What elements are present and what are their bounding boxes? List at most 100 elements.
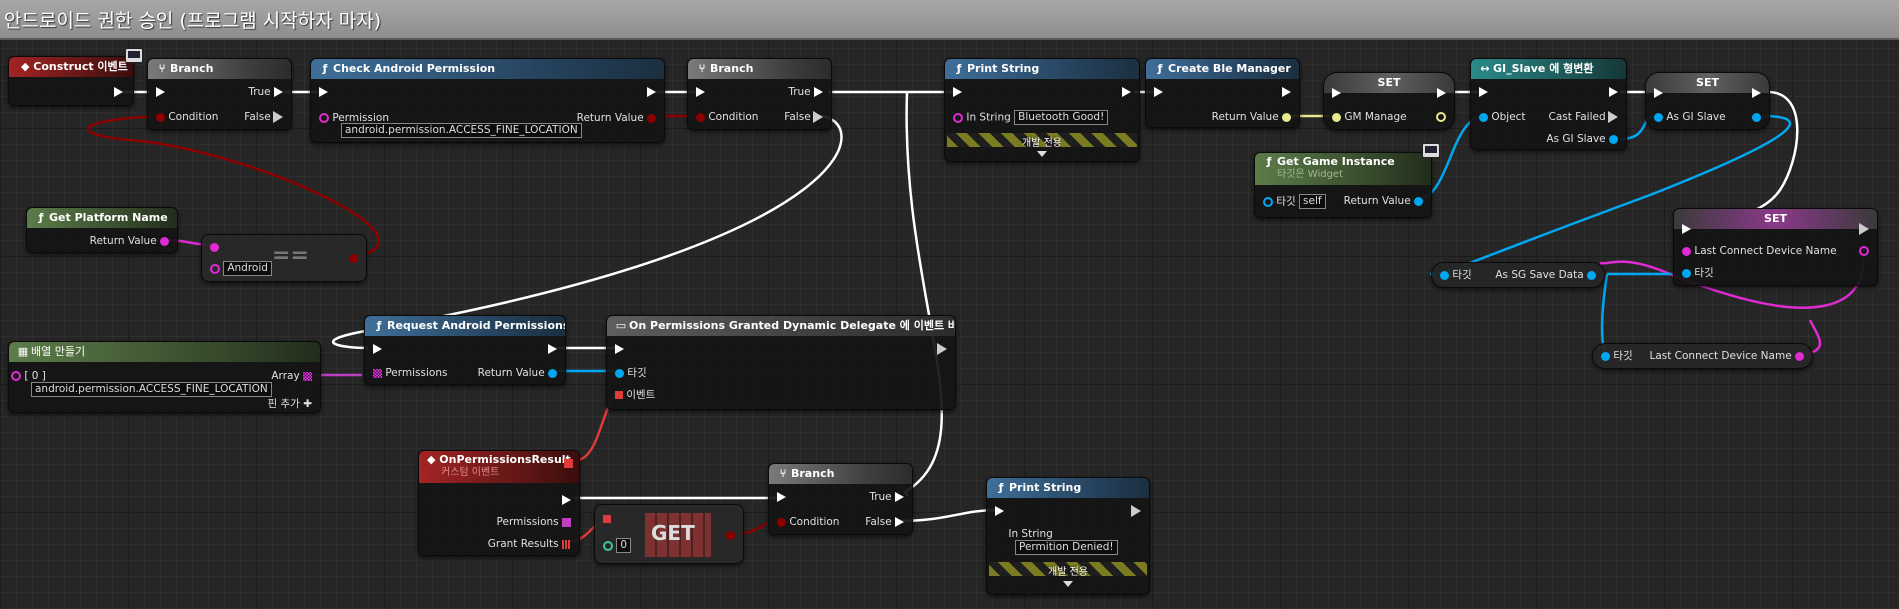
exec-in-pin[interactable] xyxy=(696,87,705,97)
target-pin[interactable] xyxy=(1440,270,1449,280)
gm-manage-out-pin[interactable] xyxy=(1436,112,1446,122)
exec-out-pin[interactable] xyxy=(1282,87,1291,97)
in-string-input[interactable]: Bluetooth Good! xyxy=(1014,110,1109,125)
exec-in-pin[interactable] xyxy=(777,492,786,502)
exec-out-pin[interactable] xyxy=(1122,87,1131,97)
array-get-node[interactable]: GET 0 xyxy=(594,504,744,564)
grant-results-pin[interactable] xyxy=(562,539,571,549)
exec-out-pin[interactable] xyxy=(562,495,571,505)
target-pin[interactable] xyxy=(1601,351,1610,361)
target-input[interactable]: self xyxy=(1299,194,1326,209)
device-name-pin[interactable] xyxy=(1795,351,1804,361)
permission-input[interactable]: android.permission.ACCESS_FINE_LOCATION xyxy=(341,123,582,138)
true-exec-pin[interactable] xyxy=(895,492,904,502)
exec-in-pin[interactable] xyxy=(319,87,328,97)
array-in-pin[interactable] xyxy=(603,515,611,523)
target-pin[interactable] xyxy=(615,368,624,378)
exec-in-pin[interactable] xyxy=(1682,224,1691,234)
index-input[interactable]: 0 xyxy=(616,538,632,553)
false-exec-pin[interactable] xyxy=(895,517,904,527)
set-gm-manage-node[interactable]: SET GM Manage xyxy=(1323,72,1455,130)
index-pin[interactable] xyxy=(603,540,613,551)
result-pin[interactable] xyxy=(349,253,358,263)
exec-out-pin[interactable] xyxy=(1131,505,1141,517)
print-string-node-2[interactable]: ƒ Print String In String Permition Denied… xyxy=(986,477,1150,595)
exec-out-pin[interactable] xyxy=(1859,223,1869,235)
as-gi-slave-out-pin[interactable] xyxy=(1752,112,1761,122)
return-value-pin[interactable] xyxy=(1282,112,1291,122)
target-pin[interactable] xyxy=(1263,196,1273,207)
create-ble-manager-node[interactable]: ƒ Create Ble Manager Return Value xyxy=(1145,58,1300,128)
set-last-connect-device-name-node[interactable]: SET Last Connect Device Name 타깃 xyxy=(1673,208,1878,286)
exec-in-pin[interactable] xyxy=(156,87,165,97)
permission-pin[interactable] xyxy=(319,113,329,123)
expand-arrow-icon[interactable] xyxy=(1037,151,1047,157)
cast-failed-pin[interactable] xyxy=(1608,111,1618,123)
return-value-pin[interactable] xyxy=(1414,196,1423,206)
condition-pin[interactable] xyxy=(156,112,165,122)
condition-pin[interactable] xyxy=(777,517,786,527)
delegate-out-pin[interactable] xyxy=(564,459,573,468)
device-name-out-pin[interactable] xyxy=(1859,246,1869,256)
object-pin[interactable] xyxy=(1479,112,1488,122)
request-android-permissions-node[interactable]: ƒ Request Android Permissions Permissions… xyxy=(364,315,566,385)
in-string-pin[interactable] xyxy=(953,112,963,123)
b-pin[interactable] xyxy=(210,263,220,274)
check-android-permission-node[interactable]: ƒ Check Android Permission Permission and… xyxy=(310,58,665,143)
event-delegate-pin[interactable] xyxy=(615,391,623,399)
get-game-instance-node[interactable]: ƒ Get Game Instance 타깃은 Widget 타깃 self Ret… xyxy=(1254,152,1432,218)
exec-out-pin[interactable] xyxy=(1437,88,1446,98)
expand-arrow-icon[interactable] xyxy=(1063,581,1073,587)
permissions-pin[interactable] xyxy=(562,517,571,527)
exec-in-pin[interactable] xyxy=(1654,88,1663,98)
return-value-pin[interactable] xyxy=(548,368,557,378)
exec-in-pin[interactable] xyxy=(373,344,382,354)
target-pin[interactable] xyxy=(1682,268,1691,278)
exec-in-pin[interactable] xyxy=(1479,87,1488,97)
exec-in-pin[interactable] xyxy=(1154,87,1163,97)
false-exec-pin[interactable] xyxy=(273,111,283,123)
as-gi-slave-in-pin[interactable] xyxy=(1654,112,1663,122)
branch-node-2[interactable]: ⑂ Branch True Condition False xyxy=(687,58,832,130)
exec-out-pin[interactable] xyxy=(1752,88,1761,98)
item-out-pin[interactable] xyxy=(726,530,735,540)
equals-node[interactable]: == Android xyxy=(201,234,367,282)
in-string-input[interactable]: Permition Denied! xyxy=(1015,540,1118,555)
gm-manage-in-pin[interactable] xyxy=(1332,112,1341,122)
plus-icon[interactable]: ✚ xyxy=(303,398,312,410)
as-sg-save-data-pin[interactable] xyxy=(1587,270,1596,280)
exec-out-pin[interactable] xyxy=(937,343,947,355)
bind-delegate-node[interactable]: ▭ On Permissions Granted Dynamic Delegate… xyxy=(606,315,956,410)
true-exec-pin[interactable] xyxy=(274,87,283,97)
array-pin[interactable] xyxy=(303,371,312,381)
as-sg-save-data-node[interactable]: 타깃 As SG Save Data xyxy=(1431,262,1605,288)
exec-out-pin[interactable] xyxy=(548,344,557,354)
permissions-pin[interactable] xyxy=(373,368,382,378)
get-platform-name-node[interactable]: ƒ Get Platform Name Return Value xyxy=(26,207,178,253)
condition-pin[interactable] xyxy=(696,112,705,122)
a-pin[interactable] xyxy=(210,242,219,252)
exec-out-pin[interactable] xyxy=(1609,87,1618,97)
make-array-node[interactable]: ▦ 배열 만들기 [ 0 ] android.permission.ACCESS_… xyxy=(8,341,321,413)
print-string-node-1[interactable]: ƒ Print String In String Bluetooth Good! … xyxy=(944,58,1140,162)
return-value-pin[interactable] xyxy=(160,236,169,246)
branch-node-3[interactable]: ⑂ Branch True Condition False xyxy=(768,463,913,535)
cast-to-gi-slave-node[interactable]: ↔ GI_Slave 에 형변환 Object Cast Failed As GI… xyxy=(1470,58,1627,150)
construct-event-node[interactable]: ◆ Construct 이벤트 xyxy=(8,56,134,106)
false-exec-pin[interactable] xyxy=(813,111,823,123)
return-value-pin[interactable] xyxy=(647,113,656,123)
last-connect-device-name-getter-node[interactable]: 타깃 Last Connect Device Name xyxy=(1592,343,1813,369)
b-input[interactable]: Android xyxy=(223,261,272,276)
true-exec-pin[interactable] xyxy=(814,87,823,97)
exec-in-pin[interactable] xyxy=(953,87,962,97)
element-pin[interactable] xyxy=(11,371,21,381)
branch-node-1[interactable]: ⑂ Branch True Condition False xyxy=(147,58,292,130)
comment-box-header[interactable]: 안드로이드 권한 승인 (프로그램 시작하자 마자) xyxy=(0,0,1899,40)
set-as-gi-slave-node[interactable]: SET As GI Slave xyxy=(1645,72,1770,130)
on-permissions-result-node[interactable]: ◆ OnPermissionsResult 커스텀 이벤트 Permissions… xyxy=(418,450,580,556)
exec-out-pin[interactable] xyxy=(114,87,123,97)
element-input[interactable]: android.permission.ACCESS_FINE_LOCATION xyxy=(31,382,272,397)
exec-in-pin[interactable] xyxy=(615,344,624,354)
exec-out-pin[interactable] xyxy=(647,87,656,97)
exec-in-pin[interactable] xyxy=(1332,88,1341,98)
